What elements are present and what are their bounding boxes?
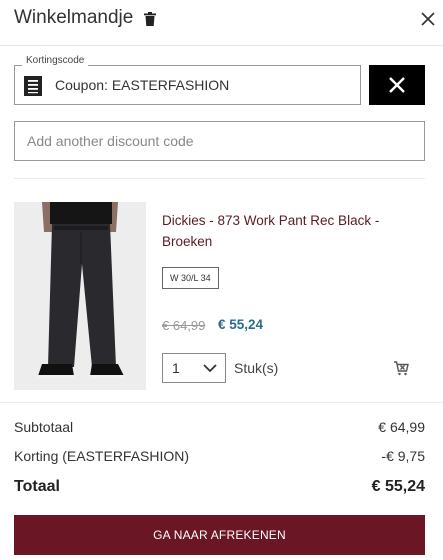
page-title: Winkelmandje [14,7,134,28]
subtotal-label: Subtotaal [14,419,74,435]
receipt-icon [24,76,42,96]
subtotal-value: € 64,99 [378,419,425,435]
total-label: Totaal [14,478,60,495]
cart-header: Winkelmandje [0,0,443,46]
discount-row: Korting (EASTERFASHION) -€ 9,75 [14,448,425,464]
close-icon[interactable] [420,11,436,27]
cart-remove-icon[interactable] [393,360,409,376]
divider [14,178,425,179]
product-name[interactable]: Dickies - 873 Work Pant Rec Black - Broe… [162,210,402,252]
sale-price: € 55,24 [218,317,264,332]
quantity-select[interactable]: 1 [162,353,226,383]
discount-label: Korting (EASTERFASHION) [14,448,190,464]
total-value: € 55,24 [371,478,425,495]
applied-coupon-field: Coupon: EASTERFASHION [14,65,361,105]
coupon-value: Coupon: EASTERFASHION [55,77,230,93]
coupon-label: Kortingscode [22,55,89,66]
size-badge: W 30/L 34 [162,267,219,289]
divider [0,402,443,403]
remove-coupon-button[interactable] [369,65,425,105]
original-price: € 64,99 [162,318,206,333]
checkout-button[interactable]: GA NAAR AFREKENEN [14,515,425,555]
trash-icon[interactable] [144,12,156,26]
discount-code-input[interactable] [14,121,425,161]
total-row: Totaal € 55,24 [14,478,425,496]
close-icon [389,77,405,93]
product-image[interactable] [14,202,146,390]
quantity-value: 1 [172,360,180,376]
subtotal-row: Subtotaal € 64,99 [14,419,425,435]
discount-value: -€ 9,75 [381,448,425,464]
chevron-down-icon [203,364,217,373]
quantity-unit: Stuk(s) [234,360,279,376]
